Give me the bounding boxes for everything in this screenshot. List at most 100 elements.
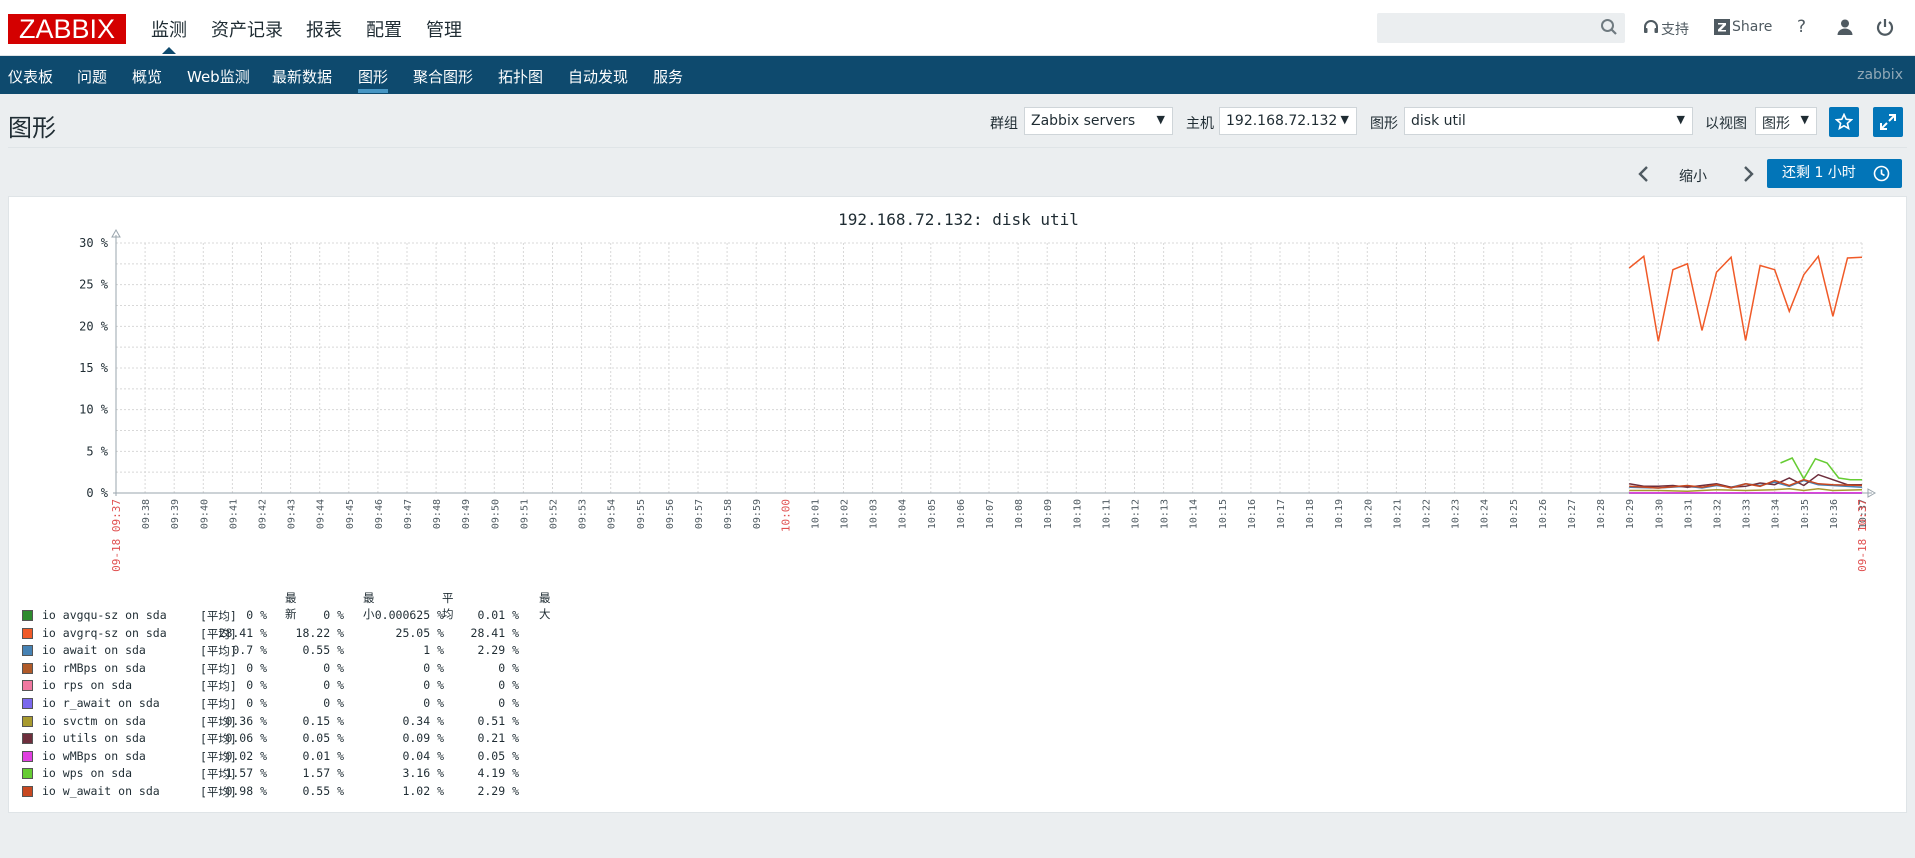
x-tick-label: 10:34 xyxy=(1771,499,1782,529)
menu-administration[interactable]: 管理 xyxy=(426,16,462,42)
legend-color-swatch xyxy=(22,786,33,797)
nav-services[interactable]: 服务 xyxy=(653,66,683,87)
chevron-right-icon[interactable] xyxy=(1740,163,1756,185)
chevron-left-icon[interactable] xyxy=(1636,163,1652,185)
legend-item-function: [平均] xyxy=(200,609,237,623)
x-tick-label: 09:48 xyxy=(432,499,443,529)
x-tick-label: 10:29 xyxy=(1625,499,1636,529)
legend-value-max: 2.29 % xyxy=(477,784,519,798)
host-filter-label: 主机 xyxy=(1186,116,1214,132)
legend-color-swatch xyxy=(22,662,33,674)
legend-value-min: 18.22 % xyxy=(295,625,344,640)
legend-item: io wps on sda [平均] 1.57 % 1.57 % 3.16 % 4.19 … xyxy=(22,765,602,782)
legend-value-avg: 0.04 % xyxy=(402,748,444,763)
legend-value-last: 0.7 % xyxy=(232,643,267,658)
nav-discovery[interactable]: 自动发现 xyxy=(568,66,628,87)
graph-select[interactable]: disk util ▼ xyxy=(1404,107,1693,135)
nav-screens[interactable]: 聚合图形 xyxy=(413,66,473,87)
zoom-out-button[interactable]: 缩小 xyxy=(1679,166,1707,186)
legend-value-last: 0.36 % xyxy=(225,713,267,728)
x-tick-label: 10:12 xyxy=(1131,499,1142,529)
x-tick-label: 10:27 xyxy=(1567,499,1578,529)
nav-web-monitoring[interactable]: Web监测 xyxy=(187,66,250,87)
time-period-button[interactable]: 还剩 1 小时 xyxy=(1767,159,1902,188)
x-tick-label: 10:18 xyxy=(1305,499,1316,529)
legend-value-avg: 0.34 % xyxy=(402,713,444,728)
x-tick-label: 09:42 xyxy=(258,499,269,529)
star-icon xyxy=(1835,113,1853,131)
graph-panel: 30 % 25 % 20 % 15 % 10 % 5 % 0 % 09:38 09:39 09:4… xyxy=(8,196,1907,813)
legend-item-function: [平均] xyxy=(200,661,237,676)
help-icon[interactable]: ? xyxy=(1797,17,1806,37)
nav-username: zabbix xyxy=(1857,67,1903,83)
x-tick-label: 10:28 xyxy=(1596,499,1607,529)
x-tick-label: 10:33 xyxy=(1742,499,1753,529)
x-tick-label: 09:41 xyxy=(228,499,239,529)
legend-item-name: io avgrq-sz on sda xyxy=(42,625,167,640)
x-tick-label: 10:30 xyxy=(1654,499,1665,529)
add-to-favorites-button[interactable] xyxy=(1829,107,1859,137)
menu-reports[interactable]: 报表 xyxy=(306,16,342,42)
legend-color-swatch xyxy=(22,733,33,745)
nav-overview[interactable]: 概览 xyxy=(132,66,162,87)
power-sign-out-icon[interactable] xyxy=(1875,17,1895,37)
x-tick-label: 10:19 xyxy=(1334,499,1345,529)
user-profile-icon[interactable] xyxy=(1835,17,1855,37)
nav-graphs[interactable]: 图形 xyxy=(358,66,389,93)
search-icon[interactable] xyxy=(1600,18,1618,36)
x-tick-label: 09:49 xyxy=(461,499,472,529)
legend-value-min: 1.57 % xyxy=(302,766,344,781)
x-tick-label: 09:59 xyxy=(752,499,763,529)
legend-value-min: 0.05 % xyxy=(302,731,344,746)
legend-header-avg: 平均 xyxy=(442,591,454,621)
menu-inventory[interactable]: 资产记录 xyxy=(211,16,283,42)
legend-item-name: io avgqu-sz on sda xyxy=(42,608,167,622)
x-tick-label: 10:25 xyxy=(1509,499,1520,529)
page-title: 图形 xyxy=(8,114,56,142)
x-tick-label: 09:44 xyxy=(316,499,327,529)
legend-value-min: 0 % xyxy=(323,608,344,622)
group-select-value: Zabbix servers xyxy=(1031,113,1136,129)
share-link[interactable]: Share xyxy=(1732,19,1772,35)
search-input[interactable] xyxy=(1377,13,1625,43)
x-tick-label: 10:14 xyxy=(1189,499,1200,529)
x-tick-label: 10:03 xyxy=(869,499,880,529)
legend-item: io w_await on sda [平均] 0.98 % 0.55 % 1.02 % 2… xyxy=(22,783,602,800)
top-bar: ZABBIX 监测 资产记录 报表 配置 管理 支持 Share ? xyxy=(0,0,1915,56)
view-as-select-value: 图形 xyxy=(1762,116,1790,132)
legend-header-max: 最大 xyxy=(539,591,551,621)
menu-monitoring[interactable]: 监测 xyxy=(151,16,187,54)
x-tick-label: 10:36 xyxy=(1829,499,1840,529)
legend-item-name: io wMBps on sda xyxy=(42,748,146,763)
legend-value-max: 2.29 % xyxy=(477,643,519,658)
chevron-down-icon: ▼ xyxy=(1800,113,1809,126)
group-filter-label: 群组 xyxy=(990,116,1018,132)
legend-color-swatch xyxy=(22,698,33,709)
legend-item-name: io rMBps on sda xyxy=(42,660,146,675)
legend-value-avg: 3.16 % xyxy=(402,766,444,781)
x-tick-label: 10:35 xyxy=(1800,499,1811,529)
x-tick-label: 09:55 xyxy=(636,499,647,529)
chevron-down-icon: ▼ xyxy=(1340,113,1349,126)
x-tick-label: 09:47 xyxy=(403,499,414,529)
nav-dashboard[interactable]: 仪表板 xyxy=(8,66,53,87)
view-as-label: 以视图 xyxy=(1705,116,1747,132)
x-tick-label: 10:01 xyxy=(810,499,821,529)
menu-configuration[interactable]: 配置 xyxy=(366,16,402,42)
x-tick-label: 09:45 xyxy=(345,499,356,529)
nav-problems[interactable]: 问题 xyxy=(77,66,107,87)
support-link[interactable]: 支持 xyxy=(1661,19,1689,39)
x-tick-label: 09:58 xyxy=(723,499,734,529)
nav-maps[interactable]: 拓扑图 xyxy=(498,66,543,87)
nav-latest-data[interactable]: 最新数据 xyxy=(272,66,332,87)
y-tick-label: 15 % xyxy=(79,361,109,375)
legend-value-last: 0.02 % xyxy=(225,748,267,763)
x-tick-label: 10:05 xyxy=(927,499,938,529)
fullscreen-button[interactable] xyxy=(1873,107,1903,137)
host-select[interactable]: 192.168.72.132 ▼ xyxy=(1219,107,1357,135)
x-tick-label: 10:22 xyxy=(1422,499,1433,529)
group-select[interactable]: Zabbix servers ▼ xyxy=(1024,107,1173,135)
view-as-select[interactable]: 图形 ▼ xyxy=(1755,107,1817,135)
legend-color-swatch xyxy=(22,610,33,621)
zabbix-logo[interactable]: ZABBIX xyxy=(8,14,126,44)
